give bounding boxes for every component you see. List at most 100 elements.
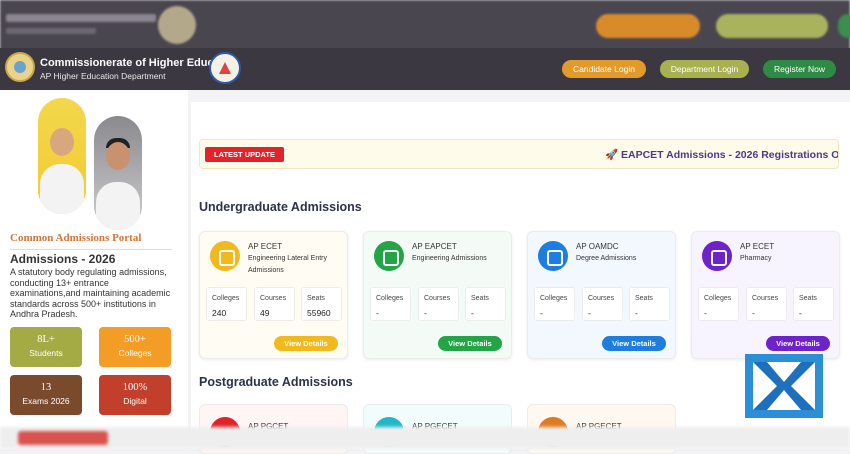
stat-value: 13	[40, 382, 52, 393]
card-description: Engineering Admissions	[412, 255, 487, 262]
metric-courses: Courses 49	[254, 287, 295, 321]
view-details-button[interactable]: View Details	[438, 336, 502, 351]
metric-value: -	[752, 308, 755, 318]
metric-label: Colleges	[704, 295, 732, 302]
metric-label: Courses	[260, 295, 287, 302]
blurred-button	[838, 14, 850, 38]
metric-courses: Courses -	[418, 287, 459, 321]
metric-label: Courses	[588, 295, 615, 302]
card-name: AP ECET	[248, 242, 283, 251]
metric-label: Courses	[752, 295, 779, 302]
metric-label: Courses	[424, 295, 451, 302]
stat-students: 8L+ Students	[10, 327, 82, 367]
about-description: A statutory body regulating admissions, …	[10, 267, 171, 319]
portrait-photo	[38, 98, 86, 214]
view-details-button[interactable]: View Details	[274, 336, 338, 351]
sidebar: Common Admissions Portal Admissions - 20…	[0, 90, 188, 449]
metric-seats: Seats 55960	[301, 287, 342, 321]
stat-label: Digital	[123, 396, 147, 406]
blurred-subtitle	[6, 28, 96, 34]
admissions-year: Admissions - 2026	[10, 252, 116, 266]
stat-digital: 100% Digital	[99, 375, 171, 415]
blurred-button	[596, 14, 700, 38]
metric-label: Colleges	[212, 295, 240, 302]
metric-colleges: Colleges -	[370, 287, 411, 321]
news-ticker: LATEST UPDATE 🚀 EAPCET Admissions - 2026…	[199, 139, 839, 169]
site-header: Commissionerate of Higher Education AP H…	[0, 48, 850, 90]
portrait-face	[106, 142, 130, 170]
metric-label: Seats	[471, 295, 489, 302]
admission-card[interactable]: AP ECET Pharmacy Colleges - Courses - Seat…	[691, 231, 840, 359]
degree-icon	[538, 241, 568, 271]
org-subtitle: AP Higher Education Department	[40, 71, 166, 81]
stat-label: Exams 2026	[22, 396, 70, 406]
metric-value: -	[540, 308, 543, 318]
metric-value: -	[471, 308, 474, 318]
department-logo[interactable]	[209, 52, 241, 84]
metric-colleges: Colleges 240	[206, 287, 247, 321]
register-now-button[interactable]: Register Now	[763, 60, 836, 78]
metric-colleges: Colleges -	[698, 287, 739, 321]
stat-exams: 13 Exams 2026	[10, 375, 82, 415]
card-name: AP EAPCET	[412, 242, 457, 251]
stat-value: 8L+	[37, 334, 55, 345]
metric-value: -	[588, 308, 591, 318]
stat-label: Students	[29, 348, 63, 358]
divider	[10, 249, 172, 250]
admission-card[interactable]: AP OAMDC Degree Admissions Colleges - Cou…	[527, 231, 676, 359]
blurred-logo	[158, 6, 196, 44]
metric-value: -	[799, 308, 802, 318]
metric-label: Seats	[307, 295, 325, 302]
admission-card[interactable]: AP EAPCET Engineering Admissions College…	[363, 231, 512, 359]
card-description: Engineering Lateral Entry Admissions	[248, 255, 327, 274]
card-name: AP OAMDC	[576, 242, 619, 251]
stat-label: Colleges	[118, 348, 152, 358]
view-details-button[interactable]: View Details	[766, 336, 830, 351]
postgraduate-section-title: Postgraduate Admissions	[199, 375, 353, 389]
metric-label: Seats	[635, 295, 653, 302]
metric-label: Colleges	[376, 295, 404, 302]
candidate-login-button[interactable]: Candidate Login	[562, 60, 646, 78]
portrait-shirt	[96, 182, 140, 230]
view-details-button[interactable]: View Details	[602, 336, 666, 351]
gear-icon	[374, 241, 404, 271]
metric-value: 240	[212, 308, 227, 318]
undergraduate-section-title: Undergraduate Admissions	[199, 200, 362, 214]
stat-colleges: 500+ Colleges	[99, 327, 171, 367]
metric-courses: Courses -	[582, 287, 623, 321]
blurred-title	[6, 14, 156, 22]
portrait-face	[50, 128, 74, 156]
latest-update-badge: LATEST UPDATE	[205, 147, 284, 162]
ap-emblem-logo[interactable]	[5, 52, 35, 82]
portrait-photo	[94, 116, 142, 230]
metric-colleges: Colleges -	[534, 287, 575, 321]
admission-card[interactable]: AP ECET Engineering Lateral Entry Admiss…	[199, 231, 348, 359]
metric-seats: Seats -	[465, 287, 506, 321]
blurred-button	[716, 14, 828, 38]
metric-courses: Courses -	[746, 287, 787, 321]
stat-value: 100%	[122, 382, 148, 393]
background-blurred-footer	[0, 427, 850, 449]
brand-watermark-logo	[745, 354, 823, 418]
metric-value: 49	[260, 308, 270, 318]
metric-value: 55960	[307, 308, 331, 318]
blurred-button	[18, 431, 108, 445]
metric-label: Colleges	[540, 295, 568, 302]
metric-value: -	[376, 308, 379, 318]
department-login-button[interactable]: Department Login	[660, 60, 749, 78]
card-description: Degree Admissions	[576, 255, 637, 262]
stat-value: 500+	[124, 334, 146, 345]
pill-icon	[702, 241, 732, 271]
metric-value: -	[424, 308, 427, 318]
metric-seats: Seats -	[629, 287, 670, 321]
ticker-news-link[interactable]: 🚀 EAPCET Admissions - 2026 Registrations…	[605, 148, 838, 161]
metric-seats: Seats -	[793, 287, 834, 321]
card-description: Pharmacy	[740, 255, 772, 262]
portrait-shirt	[40, 164, 84, 214]
background-blurred-header	[0, 0, 850, 50]
portal-title: Common Admissions Portal	[10, 232, 142, 244]
metric-label: Seats	[799, 295, 817, 302]
metric-value: -	[635, 308, 638, 318]
graduation-cap-icon	[210, 241, 240, 271]
metric-value: -	[704, 308, 707, 318]
